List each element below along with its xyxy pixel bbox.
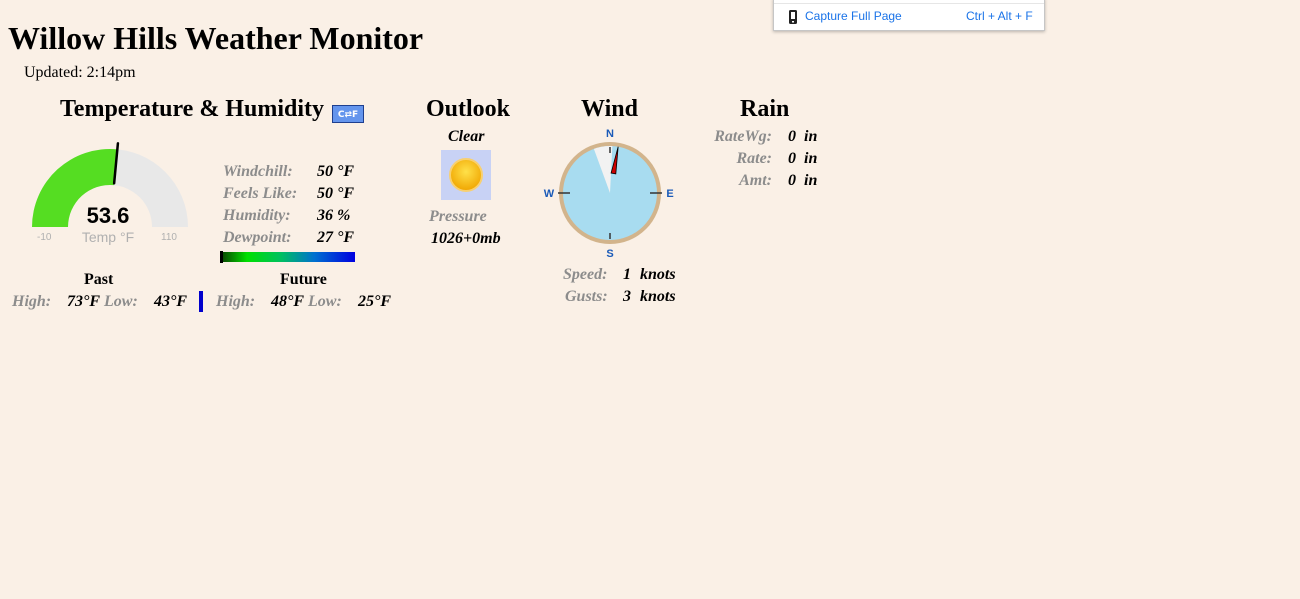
wind-gusts-value: 3: [623, 288, 631, 305]
capture-popup: Capture Full Page Ctrl + Alt + F: [773, 0, 1045, 31]
compass-label-e: E: [666, 188, 673, 200]
compass-label-s: S: [606, 248, 613, 260]
pressure-value: 1026+0mb: [431, 230, 501, 247]
wind-gusts-unit: knots: [640, 288, 676, 305]
rain-amt-value: 0: [788, 172, 796, 189]
dewpoint-label: Dewpoint:: [223, 229, 292, 246]
gauge-value: 53.6: [86, 203, 130, 228]
pressure-label: Pressure: [429, 208, 487, 225]
gauge-label: Temp °F: [81, 229, 135, 245]
past-low-label: Low:: [104, 293, 138, 310]
updated-time: Updated: 2:14pm: [24, 64, 136, 81]
wind-speed-value: 1: [623, 266, 631, 283]
feels-like-label: Feels Like:: [223, 185, 298, 202]
capture-full-page-item[interactable]: Capture Full Page Ctrl + Alt + F: [774, 4, 1044, 30]
rain-heading: Rain: [740, 96, 790, 122]
humidity-label: Humidity:: [223, 207, 291, 224]
dewpoint-marker: [220, 251, 223, 263]
future-low-value: 25°F: [358, 293, 392, 310]
windchill-value: 50 °F: [317, 163, 355, 180]
rain-ratewg-label: RateWg:: [714, 128, 772, 145]
rain-rate-label: Rate:: [736, 150, 772, 167]
past-high-value: 73°F: [67, 293, 101, 310]
outlook-heading: Outlook: [426, 96, 511, 122]
wind-gusts-label: Gusts:: [565, 288, 608, 305]
feels-like-value: 50 °F: [317, 185, 355, 202]
gauge-max: 110: [161, 232, 177, 243]
dewpoint-value: 27 °F: [317, 229, 355, 246]
sun-icon: [449, 158, 483, 192]
capture-shortcut: Ctrl + Alt + F: [966, 9, 1033, 23]
phone-icon: [789, 10, 797, 24]
future-high-label: High:: [216, 293, 256, 310]
wind-heading: Wind: [581, 96, 638, 122]
compass-label-n: N: [606, 128, 614, 140]
future-low-label: Low:: [308, 293, 342, 310]
wind-compass: N S W E: [544, 128, 674, 260]
wind-speed-unit: knots: [640, 266, 676, 283]
future-heading: Future: [280, 271, 327, 288]
dewpoint-gradient-bar: [220, 252, 355, 262]
unit-toggle-button[interactable]: C⇄F: [332, 105, 364, 123]
rain-rate-unit: in: [804, 150, 818, 167]
outlook-condition: Clear: [448, 128, 485, 145]
humidity-value: 36 %: [317, 207, 351, 224]
rain-rate-value: 0: [788, 150, 796, 167]
page-title: Willow Hills Weather Monitor: [8, 20, 424, 56]
rain-amt-unit: in: [804, 172, 818, 189]
rain-ratewg-value: 0: [788, 128, 796, 145]
weather-icon-box: [441, 150, 491, 200]
temperature-heading: Temperature & Humidity: [60, 96, 324, 122]
wind-speed-label: Speed:: [563, 266, 608, 283]
gauge-min: -10: [37, 232, 52, 243]
past-heading: Past: [84, 271, 114, 288]
future-high-value: 48°F: [271, 293, 305, 310]
windchill-label: Windchill:: [223, 163, 293, 180]
rain-ratewg-unit: in: [804, 128, 818, 145]
past-high-label: High:: [12, 293, 52, 310]
past-future-divider: [199, 291, 203, 312]
past-low-value: 43°F: [154, 293, 188, 310]
capture-full-page-label: Capture Full Page: [805, 9, 902, 23]
rain-amt-label: Amt:: [739, 172, 772, 189]
compass-label-w: W: [544, 188, 555, 200]
